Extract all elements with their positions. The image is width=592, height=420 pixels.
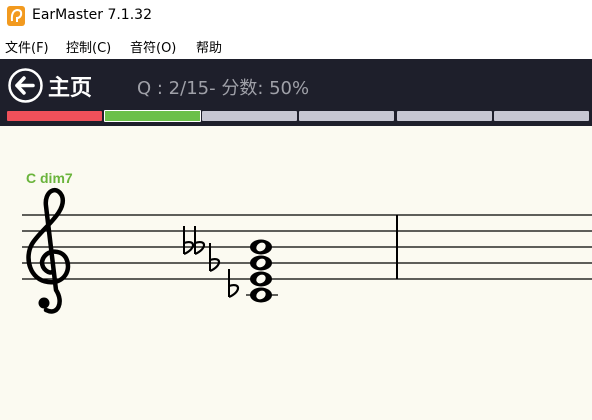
exercise-header: 主页 Q : 2/15- 分数: 50% <box>0 59 592 126</box>
flat-accidental-4 <box>228 269 240 299</box>
progress-segment-3 <box>202 111 297 121</box>
progress-segment-4 <box>299 111 394 121</box>
progress-segment-2 <box>104 110 201 122</box>
progress-segment-6 <box>494 111 589 121</box>
home-link[interactable]: 主页 <box>48 70 92 102</box>
flat-accidental-1 <box>183 226 195 256</box>
title-bar: EarMaster 7.1.32 <box>0 0 592 33</box>
question-score-status: Q : 2/15- 分数: 50% <box>137 78 310 99</box>
menu-bar: 文件(F) 控制(C) 音符(O) 帮助 <box>0 33 592 59</box>
treble-clef-icon <box>26 187 71 314</box>
menu-file[interactable]: 文件(F) <box>5 37 49 56</box>
progress-segment-5 <box>397 111 492 121</box>
staff-lines <box>22 214 592 280</box>
back-button[interactable] <box>7 67 44 104</box>
question-progress-bar <box>7 110 589 122</box>
progress-segment-1 <box>7 111 102 121</box>
earmaster-logo-icon <box>7 6 25 26</box>
score-area: C dim7 <box>0 126 592 420</box>
menu-help[interactable]: 帮助 <box>196 37 222 56</box>
menu-notes[interactable]: 音符(O) <box>130 37 176 56</box>
music-staff <box>22 187 592 314</box>
chord-notes <box>250 239 272 303</box>
arrow-left-icon <box>15 76 35 95</box>
window-title: EarMaster 7.1.32 <box>32 7 152 23</box>
menu-control[interactable]: 控制(C) <box>66 37 111 56</box>
flat-accidental-2 <box>194 226 206 256</box>
